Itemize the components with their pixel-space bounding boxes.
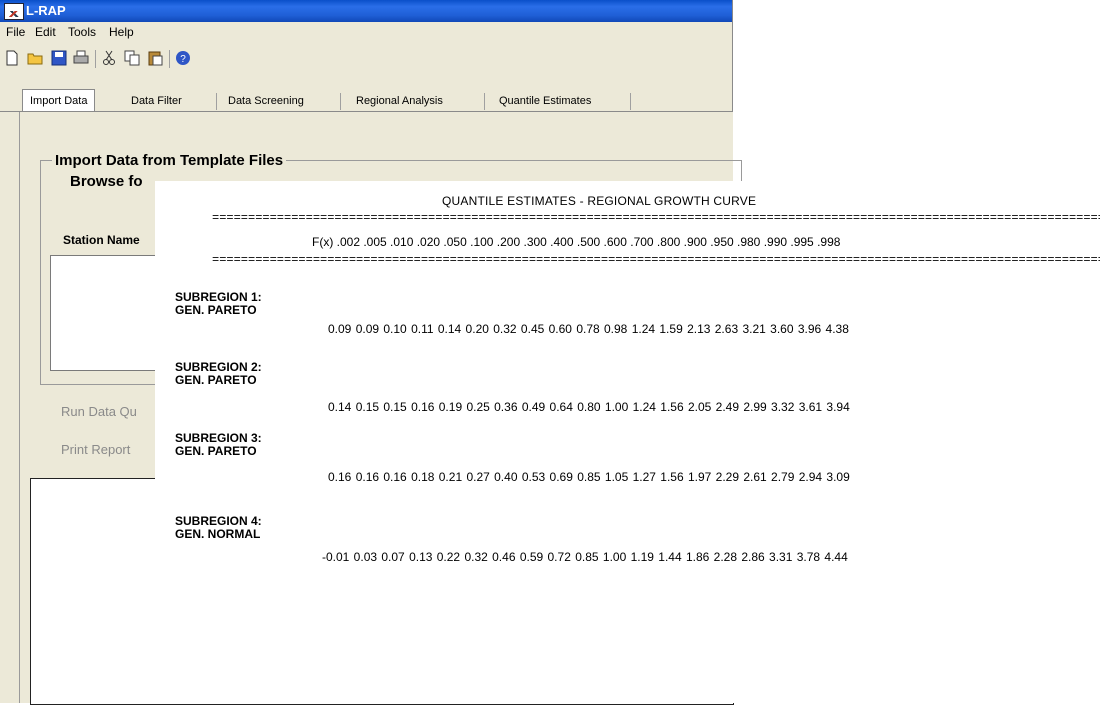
subregion-4-label: SUBREGION 4: GEN. NORMAL	[175, 515, 262, 541]
subregion-distribution: GEN. PARETO	[175, 444, 257, 458]
subregion-3-values: 0.16 0.16 0.16 0.18 0.21 0.27 0.40 0.53 …	[328, 470, 850, 484]
paste-icon[interactable]	[147, 50, 163, 66]
new-file-icon[interactable]	[4, 50, 20, 66]
tab-regional-analysis[interactable]: Regional Analysis	[349, 91, 450, 111]
window-title: L-RAP	[26, 3, 66, 18]
svg-text:?: ?	[180, 54, 186, 65]
group-title: Import Data from Template Files	[52, 152, 287, 169]
subregion-distribution: GEN. NORMAL	[175, 527, 261, 541]
menu-file[interactable]: File	[6, 25, 25, 39]
menu-tools[interactable]: Tools	[68, 25, 96, 39]
subregion-distribution: GEN. PARETO	[175, 303, 257, 317]
tab-data-filter[interactable]: Data Filter	[124, 91, 189, 111]
subregion-2-values: 0.14 0.15 0.15 0.16 0.19 0.25 0.36 0.49 …	[328, 400, 850, 414]
print-icon[interactable]	[73, 50, 89, 66]
help-icon[interactable]: ?	[175, 50, 191, 66]
tab-data-screening[interactable]: Data Screening	[221, 91, 311, 111]
rule-bottom: ========================================…	[212, 255, 1100, 265]
subregion-3-label: SUBREGION 3: GEN. PARETO	[175, 432, 262, 458]
save-icon[interactable]	[51, 50, 67, 66]
fx-header: F(x) .002 .005 .010 .020 .050 .100 .200 …	[312, 235, 841, 249]
tab-quantile-estimates[interactable]: Quantile Estimates	[492, 91, 598, 111]
subregion-4-values: -0.01 0.03 0.07 0.13 0.22 0.32 0.46 0.59…	[322, 550, 848, 564]
quantile-report: QUANTILE ESTIMATES - REGIONAL GROWTH CUR…	[155, 181, 1100, 703]
report-title: QUANTILE ESTIMATES - REGIONAL GROWTH CUR…	[442, 194, 757, 208]
subregion-1-values: 0.09 0.09 0.10 0.11 0.14 0.20 0.32 0.45 …	[328, 322, 849, 336]
subregion-1-label: SUBREGION 1: GEN. PARETO	[175, 291, 262, 317]
subregion-distribution: GEN. PARETO	[175, 373, 257, 387]
subregion-2-label: SUBREGION 2: GEN. PARETO	[175, 361, 262, 387]
title-bar: L-RAP	[0, 0, 732, 22]
menu-bar: File Edit Tools Help	[0, 22, 732, 44]
print-report-button[interactable]: Print Report	[61, 442, 130, 457]
menu-help[interactable]: Help	[109, 25, 134, 39]
rule-top: ========================================…	[212, 213, 1100, 223]
tab-import-data[interactable]: Import Data	[22, 89, 96, 112]
cut-icon[interactable]	[101, 50, 117, 66]
station-name-header: Station Name	[63, 233, 140, 247]
menu-edit[interactable]: Edit	[35, 25, 56, 39]
run-data-quality-button[interactable]: Run Data Qu	[61, 404, 137, 419]
browse-label: Browse fo	[70, 173, 143, 190]
copy-icon[interactable]	[124, 50, 140, 66]
app-logo-icon	[4, 3, 24, 20]
toolbar: ?	[0, 45, 732, 73]
open-folder-icon[interactable]	[27, 50, 43, 66]
